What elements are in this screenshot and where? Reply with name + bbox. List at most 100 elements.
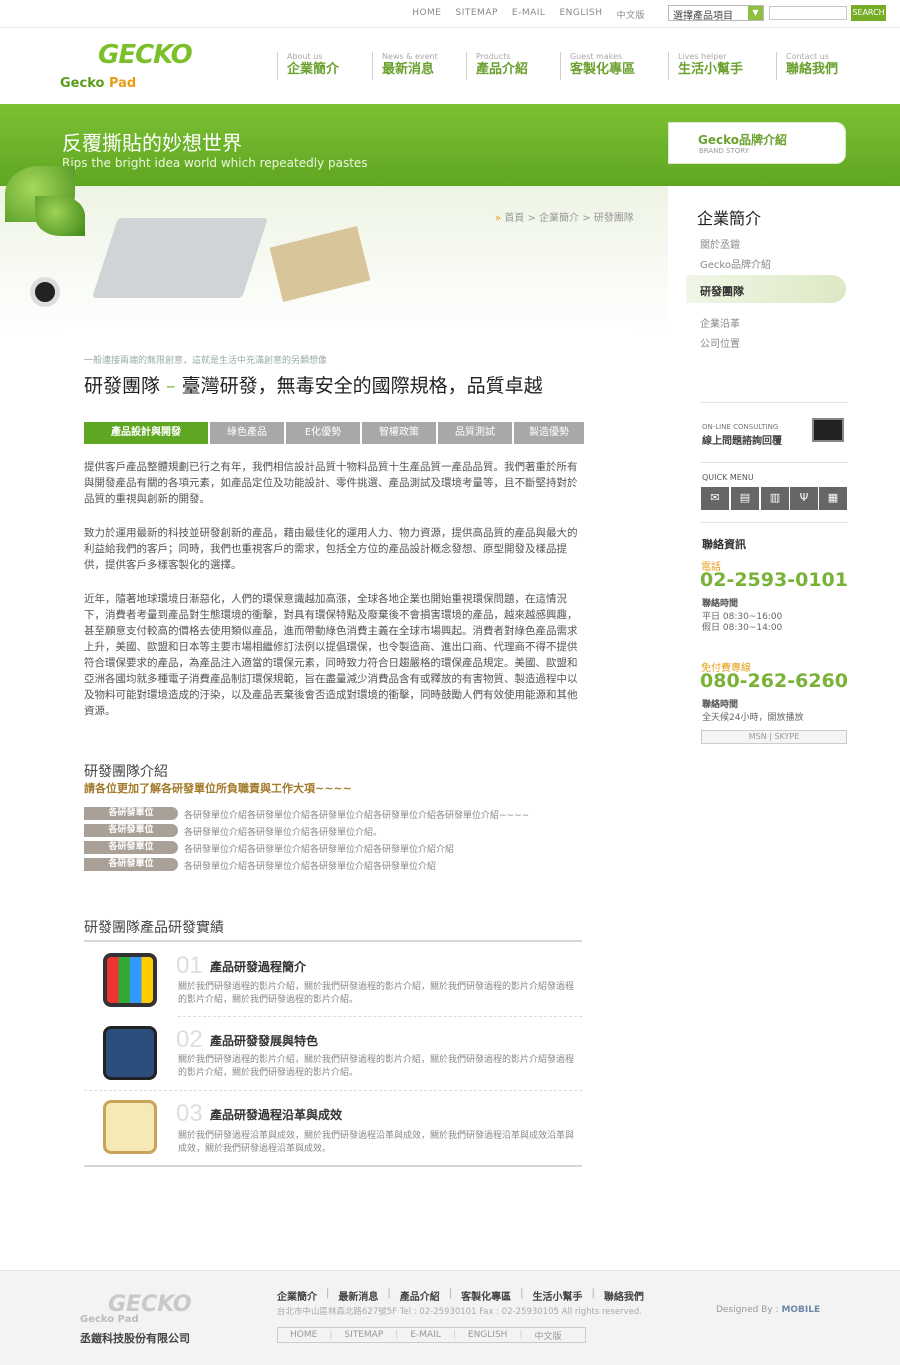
result-number: 01	[176, 952, 203, 979]
divider	[84, 1165, 582, 1167]
logo-line1: Gecko	[60, 76, 105, 91]
nav-about[interactable]: About us 企業簡介	[277, 52, 339, 80]
logo[interactable]: GECKO	[98, 40, 193, 70]
unit-badge: 各研發單位	[84, 824, 178, 837]
nav-en: Contact us	[786, 52, 829, 61]
divider	[178, 1016, 582, 1017]
document-icon[interactable]: ▥	[761, 487, 789, 510]
result-desc: 關於我們研發過程的影片介紹，關於我們研發過程的影片介紹，關於我們研發過程的影片介…	[178, 1055, 575, 1078]
divider	[700, 462, 848, 463]
footer-nav-item[interactable]: 最新消息	[338, 1288, 378, 1303]
top-link-email[interactable]: E-MAIL	[512, 8, 546, 21]
list-icon[interactable]: ▦	[819, 487, 847, 510]
designed-by-label: Designed By :	[716, 1305, 779, 1315]
chevron-right-icon: »	[495, 213, 502, 224]
tab-quality[interactable]: 品質測試	[438, 422, 512, 444]
paragraph: 近年，隨著地球環境日漸惡化，人們的環保意識越加高漲，全球各地企業也開始重視環保問…	[84, 593, 578, 717]
nav-zh: 企業簡介	[287, 62, 340, 77]
designed-by: Designed By : MOBILE	[716, 1305, 820, 1315]
result-title[interactable]: 產品研發過程沿革與成效	[210, 1106, 342, 1123]
tab-ip[interactable]: 智權政策	[362, 422, 436, 444]
quick-menu-label: QUICK MENU	[702, 473, 754, 482]
paragraph: 致力於運用最新的科技並研發創新的產品，藉由最佳化的運用人力、物力資源，提供高品質…	[84, 527, 578, 571]
top-link-chinese[interactable]: 中文版	[616, 8, 645, 21]
msn-skype-button[interactable]: MSN | SKYPE	[701, 730, 847, 744]
tab-e[interactable]: E化優勢	[286, 422, 360, 444]
separator: |	[326, 1288, 330, 1299]
result-desc: 關於我們研發過程的影片介紹，關於我們研發過程的影片介紹，關於我們研發過程的影片介…	[178, 982, 575, 1005]
unit-badge: 各研發單位	[84, 858, 178, 871]
print-icon[interactable]: ▤	[731, 487, 759, 510]
nav-custom[interactable]: Guest makes 客製化專區	[560, 52, 635, 80]
breadcrumb-text[interactable]: 首頁 > 企業簡介 > 研發團隊	[504, 213, 633, 224]
hours-all: 全天候24小時，開放播放	[702, 713, 804, 723]
tab-design[interactable]: 產品設計與開發	[84, 422, 208, 444]
designer-name[interactable]: MOBILE	[781, 1305, 820, 1315]
chevron-down-icon[interactable]: ▼	[748, 6, 763, 20]
hours-label: 聯絡時間	[702, 700, 739, 710]
footer-logo-text: Gecko Pad	[80, 1314, 139, 1325]
nav-en: News & event	[382, 52, 438, 61]
page-title-main: 研發團隊	[84, 375, 161, 397]
brand-story-sub: BRAND STORY	[699, 147, 749, 155]
monitor-icon[interactable]	[812, 418, 844, 442]
top-link-home[interactable]: HOME	[412, 8, 441, 21]
footer-nav-item[interactable]: 生活小幫手	[533, 1288, 583, 1303]
tv-icon	[103, 953, 157, 1007]
separator: |	[520, 1288, 524, 1299]
sidebar-item-brand[interactable]: Gecko品牌介紹	[700, 256, 771, 271]
sidebar-item-history[interactable]: 企業沿革	[700, 315, 740, 330]
sidebar-item-rd[interactable]: 研發團隊	[700, 283, 744, 299]
sidebar-heading: 企業簡介	[697, 209, 762, 228]
top-link-english[interactable]: ENGLISH	[559, 8, 602, 21]
unit-text: 各研發單位介紹各研發單位介紹各研發單位介紹。	[184, 828, 383, 838]
footer-link-english[interactable]: ENGLISH	[456, 1330, 520, 1340]
fork-icon[interactable]: Ψ	[790, 487, 818, 510]
nav-zh: 客製化專區	[570, 62, 636, 77]
unit-badge: 各研發單位	[84, 807, 178, 820]
divider	[84, 1090, 582, 1091]
banner-subtitle: Rips the bright idea world which repeate…	[62, 156, 368, 170]
search-input[interactable]	[769, 6, 847, 20]
paragraph: 提供客戶產品整體規劃已行之有年，我們相信設計品質十物料品質十生產品質一產品品質。…	[84, 461, 578, 505]
breadcrumb: » 首頁 > 企業簡介 > 研發團隊	[495, 209, 634, 224]
mail-icon[interactable]: ✉	[701, 487, 729, 510]
nav-zh: 生活小幫手	[678, 62, 744, 77]
unit-text: 各研發單位介紹各研發單位介紹各研發單位介紹各研發單位介紹介紹	[184, 845, 455, 855]
top-link-sitemap[interactable]: SITEMAP	[456, 8, 498, 21]
footer-link-home[interactable]: HOME	[278, 1330, 329, 1340]
online-consulting-en[interactable]: ON-LINE CONSULTING	[702, 423, 778, 431]
intro-heading: 研發團隊介紹	[84, 764, 168, 780]
sidebar-item-about[interactable]: 關於丞鎧	[700, 236, 740, 251]
footer-nav: 企業簡介 | 最新消息 | 產品介紹 | 客製化專區 | 生活小幫手 | 聯絡我們	[277, 1288, 644, 1303]
phone-number: 02-2593-0101	[700, 569, 848, 591]
tab-green[interactable]: 綠色產品	[210, 422, 284, 444]
footer-nav-item[interactable]: 客製化專區	[461, 1288, 511, 1303]
sidebar-item-location[interactable]: 公司位置	[700, 335, 740, 350]
separator: |	[591, 1288, 595, 1299]
nav-contact[interactable]: Contact us 聯絡我們	[776, 52, 838, 80]
nav-zh: 產品介紹	[476, 62, 529, 77]
footer-link-chinese[interactable]: 中文版	[522, 1329, 573, 1342]
page-title-dash: –	[160, 375, 182, 397]
tabs: 產品設計與開發 綠色產品 E化優勢 智權政策 品質測試 製造優勢	[84, 422, 586, 444]
logo-text: Gecko Pad	[60, 76, 136, 91]
result-title[interactable]: 產品研發過程簡介	[210, 958, 306, 975]
result-title[interactable]: 產品研發發展與特色	[210, 1032, 318, 1049]
divider	[84, 940, 582, 942]
nav-helper[interactable]: Lives helper 生活小幫手	[668, 52, 743, 80]
footer-nav-item[interactable]: 產品介紹	[400, 1288, 440, 1303]
result-number: 03	[176, 1100, 203, 1127]
page-title: 研發團隊 – 臺灣研發，無毒安全的國際規格，品質卓越	[84, 371, 543, 398]
nav-news[interactable]: News & event 最新消息	[372, 52, 438, 80]
footer-link-sitemap[interactable]: SITEMAP	[332, 1330, 395, 1340]
tab-manufacture[interactable]: 製造優勢	[514, 422, 584, 444]
brand-story-title: Gecko品牌介紹	[698, 133, 788, 147]
footer-nav-item[interactable]: 企業簡介	[277, 1288, 317, 1303]
footer-link-email[interactable]: E-MAIL	[398, 1330, 453, 1340]
nav-products[interactable]: Products 產品介紹	[466, 52, 528, 80]
slogan: 一般連接兩端的無限創意，這就是生活中充滿創意的另類想像	[84, 356, 328, 366]
footer-nav-item[interactable]: 聯絡我們	[604, 1288, 644, 1303]
search-button[interactable]: SEARCH	[851, 5, 886, 21]
online-consulting-zh[interactable]: 線上問題諮詢回覆	[702, 432, 782, 447]
